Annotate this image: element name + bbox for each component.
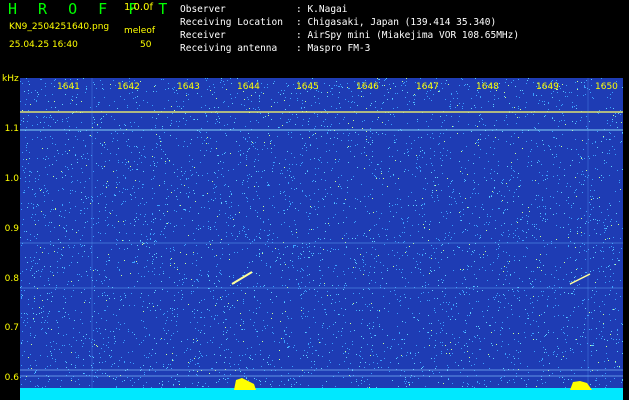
version-label: 1.0.0f [124,2,153,13]
info-label: Receiver [180,30,226,41]
right-border [623,78,629,400]
x-tick-label: 1644 [237,82,260,92]
x-tick-label: 1641 [57,82,80,92]
count-label: 50 [140,40,152,50]
info-row-location: Receiving Location: Chigasaki, Japan (13… [180,17,497,28]
spectrogram-plot [20,78,623,400]
spectrogram-panel [20,78,623,400]
y-tick-label: 0.8 [4,274,19,284]
info-row-receiver: Receiver: AirSpy mini (Miakejima VOR 108… [180,30,520,41]
y-tick-label: 0.6 [4,373,19,383]
y-tick-label: 1.0 [4,174,19,184]
x-tick-label: 1647 [416,82,439,92]
y-tick-label: 0.9 [4,224,19,234]
x-tick-label: 1648 [476,82,499,92]
station-info: Observer: K.Nagai Receiving Location: Ch… [180,3,519,55]
y-tick-label: 0.7 [4,323,19,333]
datetime-label: 25.04.25 16:40 [9,40,78,50]
info-label: Observer [180,4,226,15]
x-tick-label: 1642 [117,82,140,92]
mode-label: meleof [124,26,156,36]
x-tick-label: 1649 [536,82,559,92]
info-value: Maspro FM-3 [307,43,371,54]
info-value: K.Nagai [307,4,348,15]
x-tick-label: 1643 [177,82,200,92]
info-row-observer: Observer: K.Nagai [180,4,348,15]
x-tick-label: 1650 [595,82,618,92]
info-row-antenna: Receiving antenna: Maspro FM-3 [180,43,371,54]
filename-label: KN9_2504251640.png [9,22,110,32]
info-label: Receiving Location [180,17,283,28]
y-axis-unit: kHz [2,74,19,84]
info-value: AirSpy mini (Miakejima VOR 108.65MHz) [307,30,520,41]
header-panel: H R O F F T 1.0.0f KN9_2504251640.png me… [0,0,629,76]
info-label: Receiving antenna [180,43,278,54]
x-tick-label: 1646 [356,82,379,92]
y-tick-label: 1.1 [4,124,19,134]
x-tick-label: 1645 [296,82,319,92]
info-value: Chigasaki, Japan (139.414 35.340) [307,17,497,28]
